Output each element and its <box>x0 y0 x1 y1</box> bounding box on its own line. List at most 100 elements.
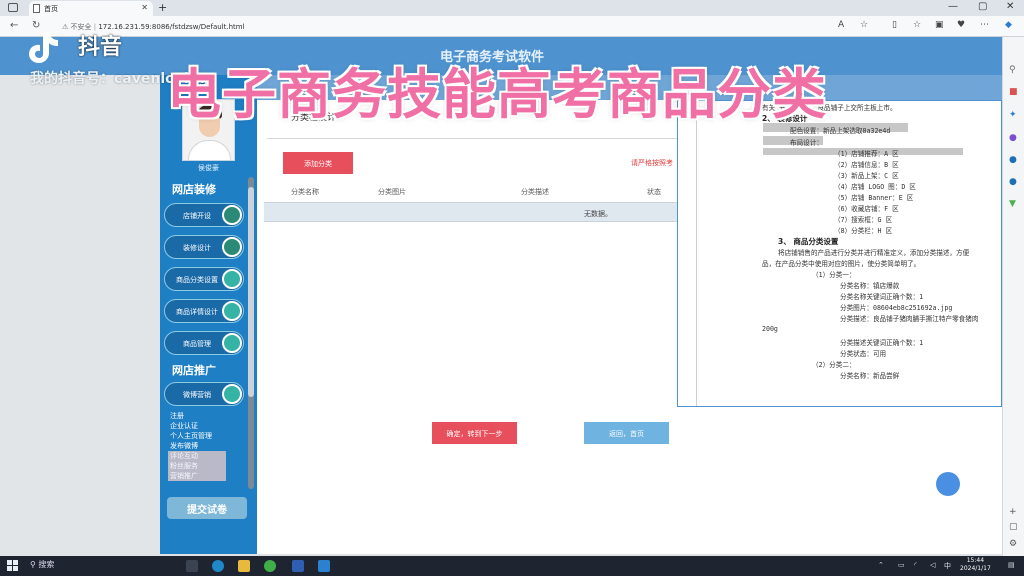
instruction-note: 请严格按照考 <box>631 159 673 167</box>
tools-icon[interactable]: ✦ <box>1009 110 1017 120</box>
page-left-margin <box>0 75 160 556</box>
tab-title: 首页 <box>44 5 58 13</box>
sidebar-layout-icon[interactable]: ▢ <box>1009 522 1018 532</box>
status-circle-icon <box>222 301 242 321</box>
games-icon[interactable]: ● <box>1009 133 1017 143</box>
question-line: （6）收藏店铺：F 区 <box>834 205 899 213</box>
question-line: 分类图片：08604eb8c251692a.jpg <box>840 304 953 312</box>
app-icon[interactable] <box>318 560 330 572</box>
menu-label: 店铺开设 <box>183 212 211 220</box>
sub-item-homepage-manage[interactable]: 个人主页管理 <box>168 431 226 441</box>
edge-browser-icon[interactable] <box>212 560 224 572</box>
question-panel: 有关 元 20年初，良品铺子上交所主板上市。 2、 装修设计 配色设置：新品上架… <box>677 100 1002 407</box>
notification-icon[interactable]: ▤ <box>1008 561 1015 569</box>
tab-actions-icon[interactable] <box>8 3 18 12</box>
question-line: 分类描述：良品铺子猪肉脯手撕江特产零食猪肉 <box>840 315 979 323</box>
panel-margin-line <box>696 101 697 406</box>
security-shield-icon[interactable] <box>292 560 304 572</box>
menu-decoration-design[interactable]: 装修设计 <box>164 235 244 259</box>
clock-time: 15:44 <box>966 557 985 564</box>
status-circle-icon <box>222 269 242 289</box>
file-explorer-icon[interactable] <box>238 560 250 572</box>
favorites-icon[interactable]: ☆ <box>913 20 921 30</box>
battery-icon[interactable]: ▭ <box>898 561 905 569</box>
question-line: （5）店铺 Banner：E 区 <box>834 194 914 202</box>
sub-item-register[interactable]: 注册 <box>168 411 226 421</box>
drop-icon[interactable]: ▼ <box>1009 199 1016 209</box>
extensions-icon[interactable]: ♥ <box>957 20 965 30</box>
browser-tab[interactable]: 首页 ✕ <box>29 1 153 16</box>
menu-label: 商品管理 <box>183 340 211 348</box>
question-line: 将店铺销售的产品进行分类并进行精准定义，添加分类描述，方便 <box>778 249 970 257</box>
question-line: 品，在产品分类中使用对应的图片，使分类简单明了。 <box>762 260 921 268</box>
status-circle-icon <box>222 333 242 353</box>
sidebar-add-icon[interactable]: + <box>1009 507 1017 517</box>
task-view-icon[interactable] <box>186 560 198 572</box>
status-circle-icon <box>222 384 242 404</box>
tray-expand-icon[interactable]: ⌃ <box>878 561 884 569</box>
submit-exam-button[interactable]: 提交试卷 <box>167 497 247 519</box>
clock-date: 2024/1/17 <box>960 565 991 572</box>
read-aloud-icon[interactable]: A <box>838 20 844 30</box>
menu-detail-design[interactable]: 商品详情设计 <box>164 299 244 323</box>
back-home-button[interactable]: 返回，首页 <box>584 422 669 444</box>
input-method-icon[interactable]: 中 <box>944 561 951 571</box>
column-header-status: 状态 <box>647 188 661 196</box>
sub-item-marketing[interactable]: 营销推广 <box>168 471 226 481</box>
back-arrow-icon[interactable]: ← <box>10 20 18 31</box>
question-line: （7）搜索框：G 区 <box>834 216 893 224</box>
tab-close-icon[interactable]: ✕ <box>141 3 148 12</box>
sidebar-scrollbar-thumb[interactable] <box>248 187 254 397</box>
sidebar-settings-icon[interactable]: ⚙ <box>1009 539 1017 549</box>
wechat-icon[interactable] <box>264 560 276 572</box>
address-bar[interactable]: ⚠ 不安全 | 172.16.231.59:8086/fstdzsw/Defau… <box>62 19 832 34</box>
floating-chat-icon[interactable] <box>936 472 960 496</box>
menu-category-settings[interactable]: 商品分类设置 <box>164 267 244 291</box>
weibo-sub-list: 注册 企业认证 个人主页管理 发布微博 评论互动 粉丝服务 营销推广 <box>168 411 226 481</box>
favorite-star-icon[interactable]: ☆ <box>860 20 868 30</box>
windows-start-icon[interactable] <box>7 560 19 572</box>
column-header-description: 分类描述 <box>521 188 549 196</box>
maximize-button[interactable]: ▢ <box>978 1 987 12</box>
search-label: 搜索 <box>38 560 55 569</box>
minimize-button[interactable]: — <box>948 1 958 12</box>
windows-taskbar: ⚲ 搜索 ⌃ ▭ ◜ ◁ 中 15:44 2024/1/17 ▤ <box>0 556 1024 576</box>
outlook-icon[interactable]: ● <box>1009 177 1017 187</box>
volume-icon[interactable]: ◁ <box>930 561 935 569</box>
new-tab-button[interactable]: + <box>158 1 167 14</box>
network-icon[interactable]: ◜ <box>914 561 917 569</box>
add-category-button[interactable]: 添加分类 <box>283 152 353 174</box>
menu-label: 装修设计 <box>183 244 211 252</box>
office-icon[interactable]: ● <box>1009 155 1017 165</box>
sub-item-comment-interact[interactable]: 评论互动 <box>168 451 226 461</box>
taskbar-clock[interactable]: 15:44 2024/1/17 <box>960 557 991 573</box>
question-line: （2）店铺信息：B 区 <box>834 161 899 169</box>
status-circle-icon <box>222 237 242 257</box>
close-window-button[interactable]: ✕ <box>1006 1 1014 12</box>
douyin-logo-icon <box>29 32 58 63</box>
avatar-body <box>188 140 231 160</box>
section-promotion: 网店推广 <box>172 364 216 377</box>
copilot-icon[interactable]: ◆ <box>1005 20 1012 30</box>
page-icon <box>33 4 40 13</box>
menu-weibo-marketing[interactable]: 微博营销 <box>164 382 244 406</box>
search-icon[interactable]: ⚲ <box>1009 65 1016 75</box>
question-line: 分类描述关键词正确个数：1 <box>840 339 924 347</box>
question-line: （1）分类一： <box>812 271 856 279</box>
edge-sidebar: ⚲ ■ ✦ ● ● ● ▼ + ▢ ⚙ <box>1002 37 1024 556</box>
sub-item-fan-service[interactable]: 粉丝服务 <box>168 461 226 471</box>
question-line: 200g <box>762 325 778 333</box>
sub-item-enterprise-verify[interactable]: 企业认证 <box>168 421 226 431</box>
confirm-next-button[interactable]: 确定，转到下一步 <box>432 422 517 444</box>
split-screen-icon[interactable]: ▯ <box>892 20 897 30</box>
menu-product-management[interactable]: 商品管理 <box>164 331 244 355</box>
menu-label: 商品详情设计 <box>176 308 218 316</box>
sub-item-publish-weibo[interactable]: 发布微博 <box>168 441 226 451</box>
menu-shop-open[interactable]: 店铺开设 <box>164 203 244 227</box>
taskbar-search[interactable]: ⚲ 搜索 <box>30 559 54 570</box>
more-menu-icon[interactable]: ⋯ <box>980 20 989 30</box>
menu-label: 微博营销 <box>183 391 211 399</box>
browser-nav-bar: ← ↻ ⚠ 不安全 | 172.16.231.59:8086/fstdzsw/D… <box>0 16 1024 37</box>
shopping-icon[interactable]: ■ <box>1009 87 1018 97</box>
collections-icon[interactable]: ▣ <box>935 20 944 30</box>
